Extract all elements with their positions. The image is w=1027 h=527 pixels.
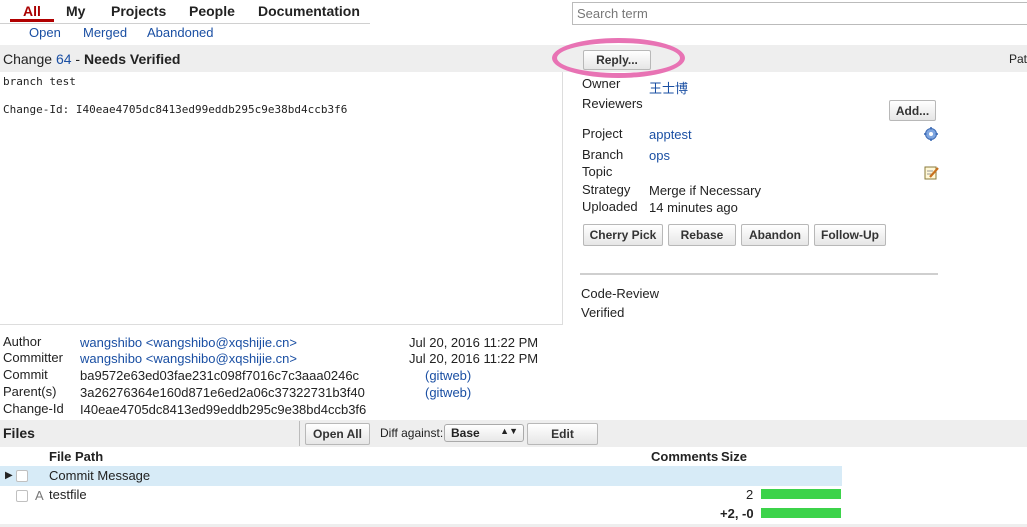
reviewed-checkbox[interactable] — [16, 470, 28, 482]
committer-link[interactable]: wangshibo <wangshibo@xqshijie.cn> — [80, 351, 297, 366]
committer-date: Jul 20, 2016 11:22 PM — [409, 351, 539, 366]
parent-gitweb-link[interactable]: (gitweb) — [425, 385, 471, 400]
diff-against-label: Diff against: — [380, 426, 444, 440]
top-nav: All My Projects People Documentation — [0, 0, 370, 24]
total-size: +2, -0 — [720, 506, 754, 521]
edit-topic-icon[interactable] — [924, 165, 939, 180]
parent-hash: 3a26276364e160d871e6ed2a06c37322731b3f40 — [80, 385, 365, 400]
file-path[interactable]: Commit Message — [49, 468, 150, 483]
commit-label: Commit — [3, 367, 48, 382]
tab-documentation[interactable]: Documentation — [258, 3, 360, 19]
author-link[interactable]: wangshibo <wangshibo@xqshijie.cn> — [80, 335, 297, 350]
subtab-merged[interactable]: Merged — [83, 25, 127, 40]
highlight-annotation — [552, 38, 685, 78]
author-date: Jul 20, 2016 11:22 PM — [409, 335, 539, 350]
patch-sets-label[interactable]: Pat — [1009, 52, 1027, 66]
uploaded-label: Uploaded — [582, 199, 638, 214]
code-review-label: Code-Review — [581, 286, 660, 301]
change-title: Change 64 - Needs Verified — [3, 51, 181, 67]
change-status: Needs Verified — [83, 51, 181, 67]
diff-base-select[interactable]: Base ▲▼ — [444, 424, 524, 442]
files-title: Files — [3, 425, 35, 441]
branch-label: Branch — [582, 147, 624, 162]
file-path[interactable]: testfile — [49, 487, 87, 502]
tab-all[interactable]: All — [23, 3, 41, 19]
expand-triangle-icon[interactable]: ▶ — [5, 470, 13, 481]
gear-icon[interactable] — [924, 127, 938, 141]
tab-people[interactable]: People — [189, 3, 235, 19]
divider — [580, 273, 938, 275]
file-path-header: File Path — [49, 449, 104, 464]
rebase-button[interactable]: Rebase — [668, 224, 736, 246]
commit-hash: ba9572e63ed03fae231c098f7016c7c3aaa0246c — [80, 368, 360, 383]
tab-my[interactable]: My — [66, 3, 85, 19]
tab-projects[interactable]: Projects — [111, 3, 166, 19]
subtab-open[interactable]: Open — [29, 25, 61, 40]
commit-message-change-id: Change-Id: I40eae4705dc8413ed99eddb295c9… — [3, 103, 348, 116]
strategy-value: Merge if Necessary — [649, 183, 761, 198]
file-status: A — [35, 488, 44, 503]
commit-gitweb-link[interactable]: (gitweb) — [425, 368, 471, 383]
file-size: 2 — [746, 487, 754, 502]
commit-message-line: branch test — [3, 75, 76, 88]
parent-label: Parent(s) — [3, 384, 57, 399]
topic-label: Topic — [582, 164, 613, 179]
add-reviewer-button[interactable]: Add... — [889, 100, 936, 121]
uploaded-value: 14 minutes ago — [649, 200, 738, 215]
edit-button[interactable]: Edit — [527, 423, 598, 445]
separator — [299, 421, 300, 446]
reviewed-checkbox[interactable] — [16, 490, 28, 502]
project-link[interactable]: apptest — [649, 127, 692, 142]
total-size-bar — [761, 508, 841, 518]
active-tab-indicator — [10, 19, 54, 22]
change-id-value: I40eae4705dc8413ed99eddb295c9e38bd4ccb3f… — [80, 402, 367, 417]
abandon-button[interactable]: Abandon — [741, 224, 809, 246]
strategy-label: Strategy — [582, 182, 631, 197]
owner-link[interactable]: 王士博 — [649, 78, 688, 97]
search-input[interactable] — [572, 2, 1027, 25]
size-bar — [761, 489, 841, 499]
change-id-label: Change-Id — [3, 401, 64, 416]
project-label: Project — [582, 126, 623, 141]
follow-up-button[interactable]: Follow-Up — [814, 224, 886, 246]
verified-label: Verified — [581, 305, 625, 320]
owner-label: Owner — [582, 76, 621, 91]
branch-link[interactable]: ops — [649, 148, 670, 163]
author-label: Author — [3, 334, 42, 349]
committer-label: Committer — [3, 350, 63, 365]
change-number-link[interactable]: 64 — [56, 51, 72, 67]
subtab-abandoned[interactable]: Abandoned — [147, 25, 214, 40]
cherry-pick-button[interactable]: Cherry Pick — [583, 224, 663, 246]
comments-header: Comments — [651, 449, 719, 464]
select-arrows-icon: ▲▼ — [500, 426, 518, 436]
open-all-button[interactable]: Open All — [305, 423, 370, 445]
size-header: Size — [721, 449, 748, 464]
reviewers-label: Reviewers — [582, 96, 643, 111]
